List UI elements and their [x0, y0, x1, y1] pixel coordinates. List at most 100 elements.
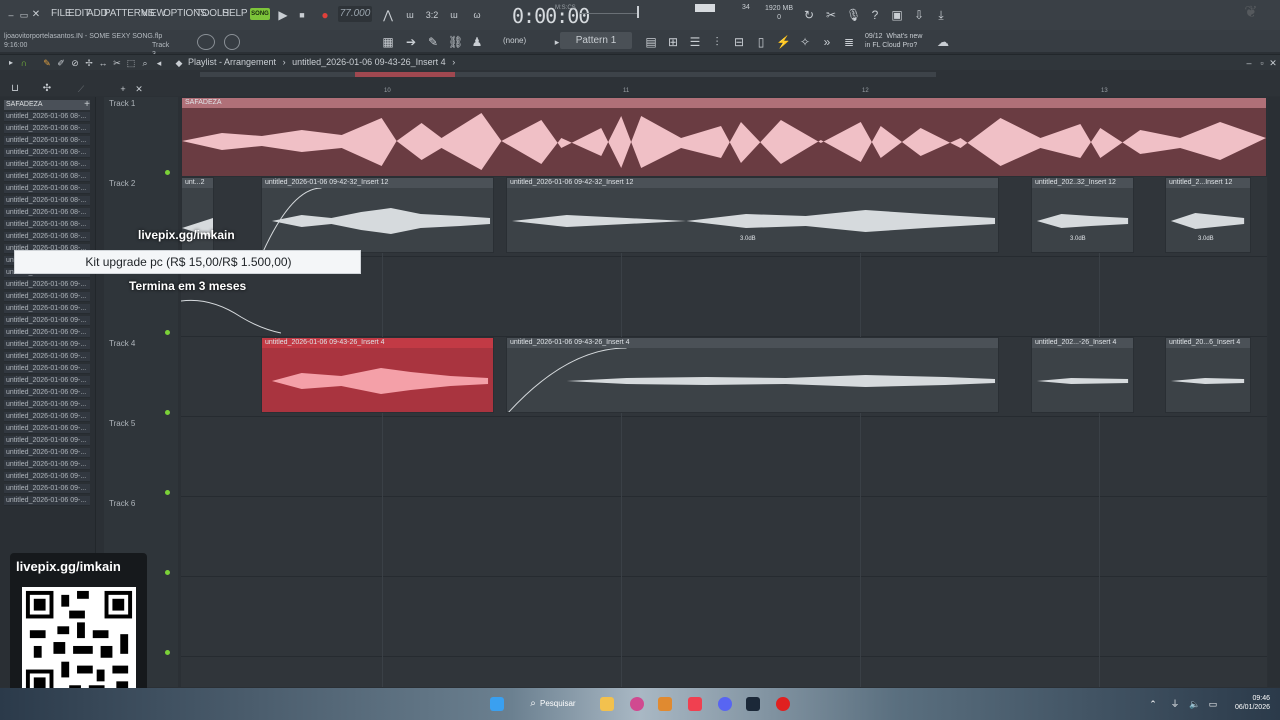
- browser-item[interactable]: untitled_2026-01-06 08-...: [4, 148, 90, 158]
- browser-icon[interactable]: ⊟: [732, 35, 746, 49]
- audio-clip-track4-b[interactable]: untitled_2026-01-06 09-43-26_Insert 4: [506, 337, 999, 413]
- browser-item[interactable]: untitled_2026-01-06 09-...: [4, 364, 90, 374]
- stop-icon[interactable]: ■: [295, 8, 309, 22]
- channel-rack-icon[interactable]: ⊞: [666, 35, 680, 49]
- track-4-mute-led[interactable]: [165, 410, 170, 415]
- lane-6[interactable]: [181, 497, 1267, 577]
- back-arrow-icon[interactable]: ◆: [172, 56, 186, 70]
- loop-record-icon[interactable]: ω: [470, 8, 484, 22]
- browser-item[interactable]: untitled_2026-01-06 09-...: [4, 436, 90, 446]
- file-explorer-icon[interactable]: [600, 697, 614, 711]
- wand-icon[interactable]: ✧: [798, 35, 812, 49]
- browser-item[interactable]: untitled_2026-01-06 09-...: [4, 304, 90, 314]
- link-icon[interactable]: ⛓: [448, 35, 463, 49]
- tray-arrow-icon[interactable]: ⌃: [1146, 697, 1160, 711]
- help-icon[interactable]: ?: [868, 8, 882, 22]
- record-icon[interactable]: ●: [318, 8, 332, 22]
- track-label-2[interactable]: Track 2: [109, 179, 135, 188]
- delete-tool-icon[interactable]: ⊘: [68, 56, 82, 70]
- browser-item[interactable]: untitled_2026-01-06 08-...: [4, 172, 90, 182]
- browser-item[interactable]: untitled_2026-01-06 08-...: [4, 232, 90, 242]
- browser-item[interactable]: untitled_2026-01-06 09-...: [4, 340, 90, 350]
- master-volume-slider[interactable]: [580, 13, 638, 14]
- browser-add-icon[interactable]: +: [80, 98, 94, 112]
- audio-clip-track4-selected[interactable]: untitled_2026-01-06 09-43-26_Insert 4: [261, 337, 494, 413]
- countdown-icon[interactable]: 3:2: [425, 8, 439, 22]
- zoom-tool-icon[interactable]: ⌕: [138, 56, 152, 70]
- news-panel[interactable]: 09/12 What's new in FL Cloud Pro?: [865, 32, 922, 50]
- browser-item[interactable]: untitled_2026-01-06 08-...: [4, 196, 90, 206]
- taskbar-clock[interactable]: 09:46 06/01/2026: [1226, 694, 1270, 712]
- track-label-4[interactable]: Track 4: [109, 339, 135, 348]
- export-icon[interactable]: ⇩: [912, 8, 926, 22]
- track-label-1[interactable]: Track 1: [109, 99, 135, 108]
- audio-clip-track4-c[interactable]: untitled_202...-26_Insert 4: [1031, 337, 1134, 413]
- menu-help[interactable]: HELP: [222, 8, 248, 19]
- slice-tool-icon[interactable]: ✂: [110, 56, 124, 70]
- playlist-close-icon[interactable]: ✕: [1266, 56, 1280, 70]
- browser-toggle-icon[interactable]: ⊔: [8, 82, 22, 96]
- typing-keyboard-icon[interactable]: ɯ: [403, 8, 417, 22]
- time-display[interactable]: 0:00:00: [512, 4, 590, 28]
- browser-item[interactable]: untitled_2026-01-06 08-...: [4, 184, 90, 194]
- playlist-minimize-icon[interactable]: –: [1242, 56, 1256, 70]
- plugin-icon[interactable]: ▯: [754, 35, 768, 49]
- playlist-icon[interactable]: ▤: [644, 35, 658, 49]
- music-app-icon[interactable]: [688, 697, 702, 711]
- browser-item[interactable]: untitled_2026-01-06 09-...: [4, 280, 90, 290]
- browser-item[interactable]: untitled_2026-01-06 09-...: [4, 376, 90, 386]
- volume-icon[interactable]: 🔈: [1188, 697, 1202, 711]
- audio-clip-track2-c[interactable]: untitled_2026-01-06 09-42-32_Insert 12 3…: [506, 177, 999, 253]
- fl-studio-icon[interactable]: [658, 697, 672, 711]
- audio-clip-safadeza[interactable]: SAFADEZA: [181, 97, 1267, 177]
- cloud-icon[interactable]: ☁: [936, 35, 950, 49]
- audio-clip-track2-b[interactable]: untitled_2026-01-06 09-42-32_Insert 12: [261, 177, 494, 253]
- browser-item[interactable]: untitled_2026-01-06 09-...: [4, 352, 90, 362]
- tools-icon[interactable]: ✂: [824, 8, 838, 22]
- remove-track-icon[interactable]: ✕: [132, 82, 146, 96]
- track-label-6[interactable]: Track 6: [109, 499, 135, 508]
- browser-item[interactable]: untitled_2026-01-06 09-...: [4, 484, 90, 494]
- browser-item[interactable]: untitled_2026-01-06 08-...: [4, 160, 90, 170]
- browser-item[interactable]: untitled_2026-01-06 08-...: [4, 208, 90, 218]
- select-tool-icon[interactable]: ⬚: [124, 56, 138, 70]
- browser-item[interactable]: untitled_2026-01-06 08-...: [4, 124, 90, 134]
- windows-start-icon[interactable]: [490, 697, 504, 711]
- metronome-icon[interactable]: ⋀: [381, 8, 395, 22]
- vertical-scrollbar[interactable]: [1268, 97, 1280, 687]
- track-1-mute-led[interactable]: [165, 170, 170, 175]
- browser-item[interactable]: untitled_2026-01-06 09-...: [4, 424, 90, 434]
- overview-scrollbar[interactable]: [200, 72, 936, 77]
- lane-7[interactable]: [181, 577, 1267, 657]
- track-7-mute-led[interactable]: [165, 650, 170, 655]
- arrow-right-icon[interactable]: ➔: [404, 35, 418, 49]
- browser-item[interactable]: untitled_2026-01-06 08-...: [4, 112, 90, 122]
- obs-icon[interactable]: [776, 697, 790, 711]
- browser-edit-icon[interactable]: ⟋: [74, 82, 88, 96]
- paint-tool-icon[interactable]: ✐: [54, 56, 68, 70]
- browser-item[interactable]: untitled_2026-01-06 09-...: [4, 460, 90, 470]
- browser-item[interactable]: untitled_2026-01-06 09-...: [4, 388, 90, 398]
- browser-item[interactable]: untitled_2026-01-06 09-...: [4, 472, 90, 482]
- piano-icon[interactable]: ▦: [381, 35, 395, 49]
- lane-5[interactable]: [181, 417, 1267, 497]
- browser-item[interactable]: untitled_2026-01-06 09-...: [4, 316, 90, 326]
- song-mode-toggle[interactable]: SONG: [250, 8, 270, 20]
- battery-icon[interactable]: ▭: [1206, 697, 1220, 711]
- arrow-right-small-icon[interactable]: ▸: [4, 56, 18, 70]
- news-icon[interactable]: ≣: [842, 35, 856, 49]
- pencil-icon[interactable]: ✎: [426, 35, 440, 49]
- undo-icon[interactable]: ↻: [802, 8, 816, 22]
- browser-item[interactable]: untitled_2026-01-06 09-...: [4, 328, 90, 338]
- stamp-icon[interactable]: ♟: [470, 35, 484, 49]
- playback-tool-icon[interactable]: ◂: [152, 56, 166, 70]
- sort-icon[interactable]: ✣: [40, 82, 54, 96]
- forward-icon[interactable]: »: [820, 35, 834, 49]
- tempo-display[interactable]: 77.000: [338, 6, 372, 22]
- track-6-mute-led[interactable]: [165, 570, 170, 575]
- slip-tool-icon[interactable]: ↔: [96, 56, 110, 70]
- minimize-icon[interactable]: –: [4, 8, 18, 22]
- browser-item[interactable]: untitled_2026-01-06 09-...: [4, 400, 90, 410]
- microphone-icon[interactable]: 🎙: [846, 8, 861, 22]
- browser-item[interactable]: untitled_2026-01-06 09-...: [4, 496, 90, 506]
